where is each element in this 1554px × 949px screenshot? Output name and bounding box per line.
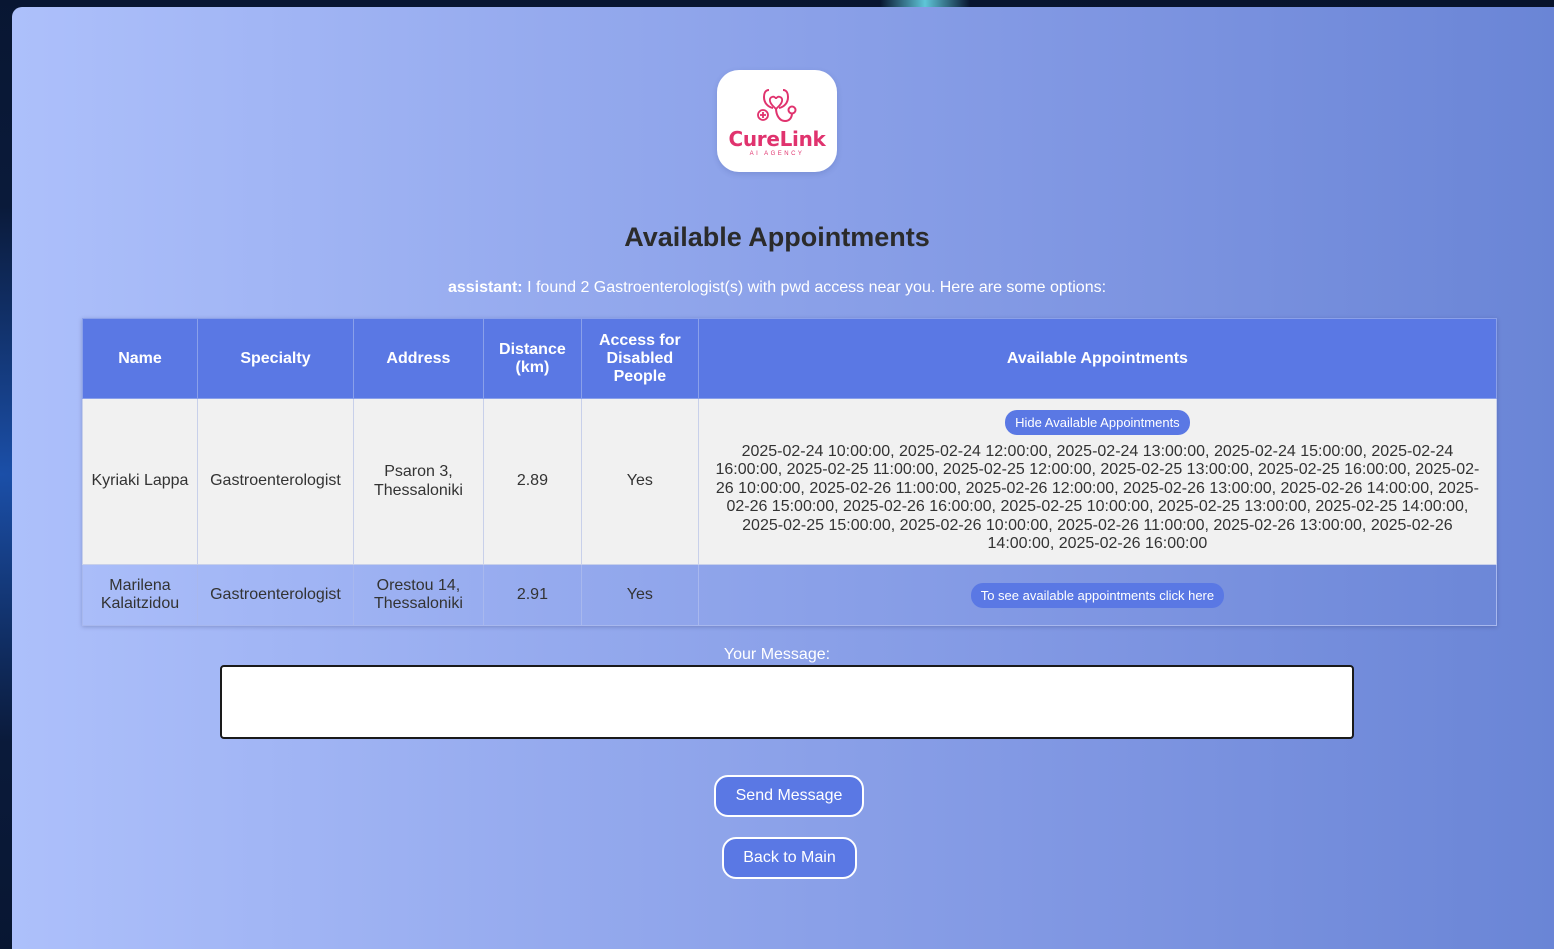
assistant-message: assistant: I found 2 Gastroenterologist(…	[0, 279, 1554, 297]
curelink-logo: CureLink AI AGENCY	[717, 70, 837, 172]
assistant-prefix: assistant:	[447, 279, 523, 296]
doctor-address: Orestou 14, Thessaloniki	[352, 564, 484, 626]
column-header-access: Access for Disabled People	[580, 318, 699, 399]
appointments-list: 2025-02-24 10:00:00, 2025-02-24 12:00:00…	[715, 442, 1480, 553]
message-label: Your Message:	[723, 646, 831, 663]
page-title: Available Appointments	[624, 222, 930, 252]
table-row: Kyriaki Lappa Gastroenterologist Psaron …	[82, 398, 1498, 565]
doctor-name: Kyriaki Lappa	[82, 398, 198, 565]
table-row: Marilena Kalaitzidou Gastroenterologist …	[82, 564, 1498, 626]
background-glow	[880, 0, 970, 7]
column-header-distance: Distance (km)	[482, 318, 582, 399]
stethoscope-heart-icon	[757, 89, 797, 123]
back-to-main-button[interactable]: Back to Main	[722, 837, 857, 879]
doctors-table: Name Specialty Address Distance (km) Acc…	[82, 318, 1498, 626]
send-message-button[interactable]: Send Message	[714, 775, 864, 817]
doctor-specialty: Gastroenterologist	[196, 564, 354, 626]
doctor-distance: 2.91	[482, 564, 582, 626]
logo-wordmark: CureLink	[728, 127, 826, 151]
column-header-specialty: Specialty	[196, 318, 354, 399]
doctor-name: Marilena Kalaitzidou	[82, 564, 198, 626]
column-header-name: Name	[82, 318, 198, 399]
appointments-cell: Hide Available Appointments 2025-02-24 1…	[697, 398, 1498, 565]
appointments-cell: To see available appointments click here	[697, 564, 1498, 626]
doctor-address: Psaron 3, Thessaloniki	[352, 398, 484, 565]
show-appointments-button[interactable]: To see available appointments click here	[970, 582, 1225, 608]
column-header-address: Address	[352, 318, 484, 399]
logo-tagline: AI AGENCY	[749, 151, 805, 157]
doctor-specialty: Gastroenterologist	[196, 398, 354, 565]
doctor-access: Yes	[580, 398, 699, 565]
assistant-text: I found 2 Gastroenterologist(s) with pwd…	[522, 279, 1107, 296]
message-input[interactable]	[220, 665, 1354, 739]
doctor-access: Yes	[580, 564, 699, 626]
hide-appointments-button[interactable]: Hide Available Appointments	[1005, 409, 1190, 435]
table-header-row: Name Specialty Address Distance (km) Acc…	[82, 318, 1498, 399]
column-header-appointments: Available Appointments	[697, 318, 1498, 399]
doctor-distance: 2.89	[482, 398, 582, 565]
